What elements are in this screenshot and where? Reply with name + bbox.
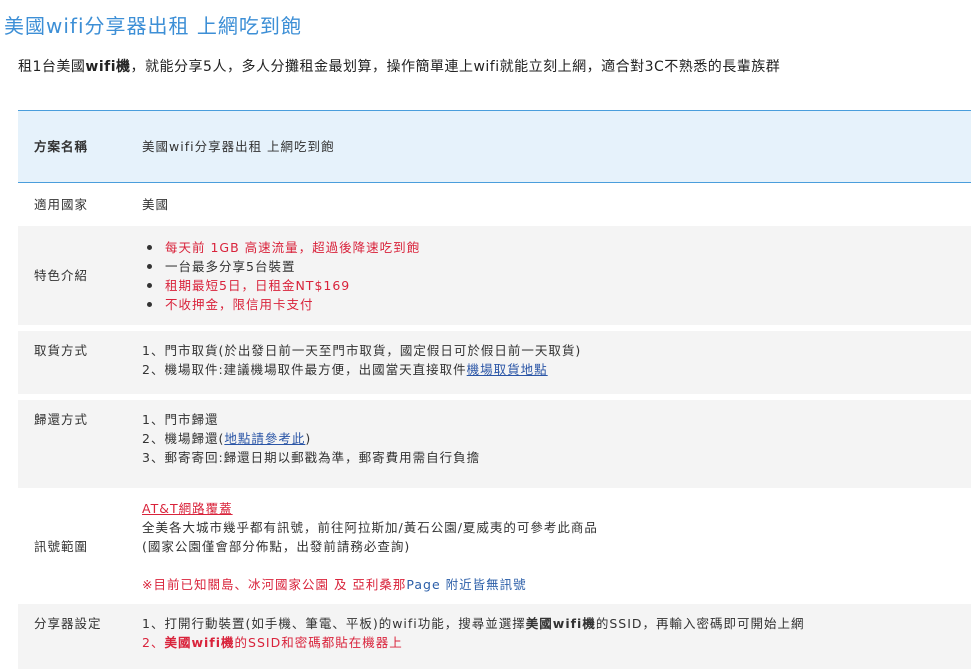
pickup-line-2: 2、機場取件:建議機場取件最方便，出國當天直接取件機場取貨地點 [142, 360, 970, 379]
features-cell: 每天前 1GB 高速流量，超過後降速吃到飽 一台最多分享5台裝置 租期最短5日，… [142, 226, 971, 325]
return-line-1: 1、門市歸還 [142, 412, 219, 427]
row-signal: 訊號範圍 AT&T網路覆蓋 全美各大城市幾乎都有訊號，前往阿拉斯加/黃石公園/夏… [18, 488, 971, 604]
row-plan-name: 方案名稱 美國wifi分享器出租 上網吃到飽 [18, 110, 971, 183]
return-label: 歸還方式 [18, 400, 142, 488]
intro-prefix: 租1台美國 [18, 59, 86, 75]
plan-name-label: 方案名稱 [18, 110, 142, 183]
row-pickup: 取貨方式 1、門市取貨(於出發日前一天至門市取貨，國定假日可於假日前一天取貨) … [18, 331, 971, 394]
pickup-line-2-text: 2、機場取件:建議機場取件最方便，出國當天直接取件 [142, 362, 467, 377]
return-line-3: 3、郵寄寄回:歸還日期以郵戳為準，郵寄費用需自行負擔 [142, 450, 481, 465]
setup-line-2-suffix: 的SSID和密碼都貼在機器上 [234, 635, 403, 650]
intro-suffix: ，就能分享5人，多人分攤租金最划算，操作簡單連上wifi就能立刻上網，適合對3C… [130, 59, 781, 75]
row-setup: 分享器設定 1、打開行動裝置(如手機、筆電、平板)的wifi功能，搜尋並選擇美國… [18, 604, 971, 669]
setup-label: 分享器設定 [18, 604, 142, 669]
feature-item: 不收押金，限信用卡支付 [142, 295, 970, 314]
signal-gap [142, 556, 971, 575]
features-list: 每天前 1GB 高速流量，超過後降速吃到飽 一台最多分享5台裝置 租期最短5日，… [142, 238, 970, 314]
plan-name-value: 美國wifi分享器出租 上網吃到飽 [142, 110, 971, 183]
setup-line-1: 1、打開行動裝置(如手機、筆電、平板)的wifi功能，搜尋並選擇美國wifi機的… [142, 614, 970, 633]
att-coverage-link[interactable]: AT&T網路覆蓋 [142, 499, 971, 518]
setup-line-1-suffix: 的SSID，再輸入密碼即可開始上網 [595, 616, 805, 631]
intro-text: 租1台美國wifi機，就能分享5人，多人分攤租金最划算，操作簡單連上wifi就能… [18, 56, 780, 76]
signal-line-1: 全美各大城市幾乎都有訊號，前往阿拉斯加/黃石公園/夏威夷的可參考此商品 [142, 519, 598, 535]
features-label: 特色介紹 [18, 226, 142, 325]
signal-cell: AT&T網路覆蓋 全美各大城市幾乎都有訊號，前往阿拉斯加/黃石公園/夏威夷的可參… [142, 488, 971, 604]
country-label: 適用國家 [18, 182, 142, 226]
setup-line-1-prefix: 1、打開行動裝置(如手機、筆電、平板)的wifi功能，搜尋並選擇 [142, 616, 526, 631]
return-location-link[interactable]: 地點請參考此 [224, 431, 305, 446]
signal-line-2: (國家公園僅會部分佈點，出發前請務必查詢) [142, 538, 411, 554]
row-return: 歸還方式 1、門市歸還 2、機場歸還(地點請參考此) 3、郵寄寄回:歸還日期以郵… [18, 400, 971, 488]
page-title: 美國wifi分享器出租 上網吃到飽 [4, 14, 302, 38]
pickup-cell: 1、門市取貨(於出發日前一天至門市取貨，國定假日可於假日前一天取貨) 2、機場取… [142, 331, 971, 394]
setup-line-2-bold: 美國wifi機 [164, 635, 235, 650]
row-features: 特色介紹 每天前 1GB 高速流量，超過後降速吃到飽 一台最多分享5台裝置 租期… [18, 226, 971, 325]
signal-note-red: ※目前已知關島、冰河國家公園 及 亞利桑那 [142, 576, 407, 592]
pickup-label: 取貨方式 [18, 331, 142, 394]
country-value: 美國 [142, 182, 971, 226]
plan-table: 方案名稱 美國wifi分享器出租 上網吃到飽 適用國家 美國 特色介紹 每天前 … [18, 110, 971, 669]
feature-item: 一台最多分享5台裝置 [142, 257, 970, 276]
airport-pickup-link[interactable]: 機場取貨地點 [467, 362, 548, 377]
setup-line-2-prefix: 2、 [142, 635, 165, 650]
feature-item: 每天前 1GB 高速流量，超過後降速吃到飽 [142, 238, 970, 257]
return-line-2-suffix: ) [305, 431, 312, 446]
return-line-2: 2、機場歸還(地點請參考此) [142, 429, 970, 448]
return-line-2-prefix: 2、機場歸還( [142, 431, 225, 446]
signal-label: 訊號範圍 [18, 488, 142, 604]
setup-cell: 1、打開行動裝置(如手機、筆電、平板)的wifi功能，搜尋並選擇美國wifi機的… [142, 604, 971, 669]
setup-line-1-bold: 美國wifi機 [525, 616, 596, 631]
return-cell: 1、門市歸還 2、機場歸還(地點請參考此) 3、郵寄寄回:歸還日期以郵戳為準，郵… [142, 400, 971, 488]
row-country: 適用國家 美國 [18, 182, 971, 226]
feature-item: 租期最短5日，日租金NT$169 [142, 276, 970, 295]
intro-bold: wifi機 [85, 59, 131, 75]
signal-note-blue: Page 附近皆無訊號 [406, 576, 527, 592]
setup-line-2: 2、美國wifi機的SSID和密碼都貼在機器上 [142, 633, 970, 652]
signal-note: ※目前已知關島、冰河國家公園 及 亞利桑那Page 附近皆無訊號 [142, 575, 971, 594]
pickup-line-1: 1、門市取貨(於出發日前一天至門市取貨，國定假日可於假日前一天取貨) [142, 343, 582, 358]
